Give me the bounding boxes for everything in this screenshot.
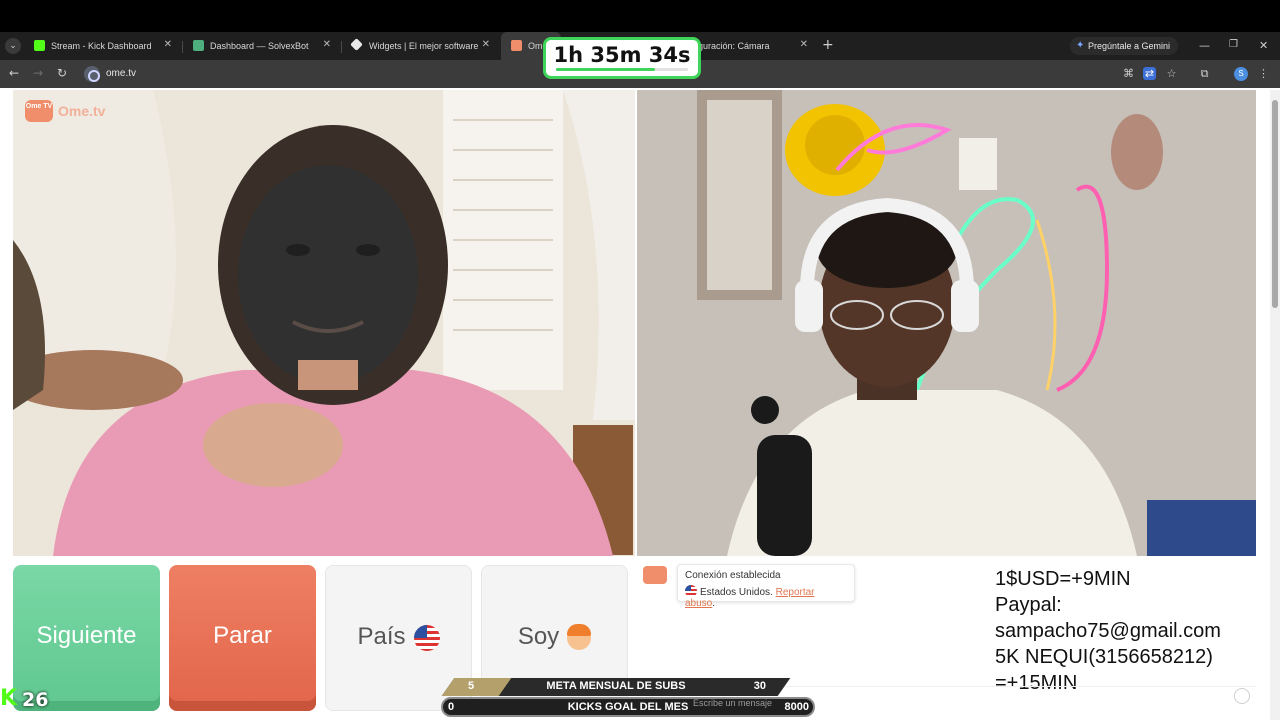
url-text[interactable]: ome.tv	[106, 68, 136, 79]
translate-icon[interactable]: ⌘	[1122, 67, 1135, 80]
tab-label: Stream - Kick Dashboard	[51, 41, 152, 51]
streamer-video	[637, 90, 1256, 556]
tab-label: Widgets | El mejor software para	[369, 41, 479, 51]
scrollbar-thumb[interactable]	[1272, 100, 1278, 308]
tab-close-icon[interactable]: ✕	[482, 39, 490, 50]
ome-favicon-icon	[511, 40, 522, 51]
tab-kick-dashboard[interactable]: Stream - Kick Dashboard ✕	[24, 32, 182, 60]
restore-icon[interactable]: ❐	[1229, 39, 1238, 50]
back-arrow-icon[interactable]: ←	[9, 66, 19, 80]
tab-label: Dashboard — SolvexBot	[210, 41, 309, 51]
boy-face-icon	[567, 623, 592, 650]
screen-share-icon[interactable]: ⇄	[1143, 67, 1156, 80]
donation-line: =+15MIN	[995, 672, 1078, 694]
gender-button-label: Soy	[517, 623, 560, 650]
kick-logo-icon: K	[0, 686, 18, 711]
connection-status-message: Conexión establecida Estados Unidos. Rep…	[677, 564, 855, 609]
minimize-icon[interactable]: —	[1199, 39, 1210, 52]
gemini-button-label: Pregúntale a Gemini	[1088, 41, 1171, 51]
stream-timer-overlay: 1h 35m 34s	[543, 37, 701, 79]
extensions-icon[interactable]: ⧉	[1198, 67, 1211, 80]
us-flag-icon	[685, 585, 697, 597]
reload-icon[interactable]: ↻	[57, 66, 67, 80]
forward-arrow-icon[interactable]: →	[33, 66, 43, 80]
stop-button-label: Parar	[213, 622, 272, 649]
stranger-video-scene	[13, 90, 635, 556]
subs-goal-bar: 5 META MENSUAL DE SUBS 30	[441, 678, 791, 696]
top-black-strip	[0, 0, 1280, 32]
us-flag-icon	[413, 624, 440, 651]
donation-line: Paypal:	[995, 594, 1062, 616]
kicks-goal-bar: Escribe un mensaje 0 KICKS GOAL DEL MES …	[441, 697, 815, 717]
stop-button[interactable]: Parar	[169, 565, 316, 711]
donation-line: sampacho75@gmail.com	[995, 620, 1221, 642]
kicks-goal-target: 8000	[784, 701, 809, 713]
next-button-label: Siguiente	[36, 622, 137, 649]
stranger-video: Ome TV Ome.tv	[13, 90, 635, 556]
subs-goal-target: 30	[753, 680, 766, 692]
tab-close-icon[interactable]: ✕	[323, 39, 331, 50]
donation-line: 5K NEQUI(3156658212)	[995, 646, 1213, 668]
timer-text: 1h 35m 34s	[553, 43, 691, 67]
kick-favicon-icon	[34, 40, 45, 51]
widgets-favicon-icon	[350, 38, 363, 51]
country-button-label: País	[357, 623, 406, 650]
browser-menu-icon[interactable]: ⋮	[1257, 67, 1270, 80]
ome-tv-page: Ome TV Ome.tv Siguiente Parar País Soy C…	[0, 88, 1280, 720]
bookmark-star-icon[interactable]: ☆	[1165, 67, 1178, 80]
kick-viewer-badge: K 26	[0, 686, 52, 714]
tab-solvexbot-dashboard[interactable]: Dashboard — SolvexBot ✕	[183, 32, 341, 60]
timer-progress-fill	[556, 68, 655, 71]
tab-widgets[interactable]: Widgets | El mejor software para ✕	[342, 32, 500, 60]
subs-goal-title: META MENSUAL DE SUBS	[546, 680, 686, 692]
profile-avatar[interactable]: S	[1234, 67, 1248, 81]
connection-status-title: Conexión establecida	[685, 570, 781, 581]
tab-label: guración: Cámara	[698, 41, 770, 51]
tab-close-icon[interactable]: ✕	[800, 39, 808, 50]
timer-progress-bar	[556, 68, 688, 71]
emoji-icon[interactable]	[1234, 688, 1250, 704]
report-suffix: .	[712, 598, 716, 609]
streamer-video-scene	[637, 90, 1256, 556]
ask-gemini-button[interactable]: ✦ Pregúntale a Gemini	[1070, 37, 1178, 55]
new-tab-button[interactable]: +	[822, 37, 834, 53]
ome-chat-logo-icon	[643, 566, 667, 584]
donation-line: 1$USD=+9MIN	[995, 568, 1131, 590]
ome-logo-badge: Ome TV	[25, 100, 53, 122]
tab-close-icon[interactable]: ✕	[164, 39, 172, 50]
kick-viewer-count: 26	[22, 689, 49, 711]
ome-logo-word: Ome.tv	[58, 103, 106, 119]
kicks-goal-title: KICKS GOAL DEL MES	[567, 701, 689, 713]
close-window-icon[interactable]: ✕	[1259, 39, 1268, 52]
partner-country: Estados Unidos.	[700, 587, 773, 598]
page-scrollbar[interactable]	[1270, 90, 1280, 720]
donation-info-overlay: 1$USD=+9MIN Paypal: sampacho75@gmail.com…	[995, 566, 1221, 696]
solvexbot-favicon-icon	[193, 40, 204, 51]
tab-search-button[interactable]: ⌄	[5, 38, 21, 54]
gemini-sparkle-icon: ✦	[1076, 40, 1085, 51]
site-info-icon[interactable]	[84, 66, 100, 82]
